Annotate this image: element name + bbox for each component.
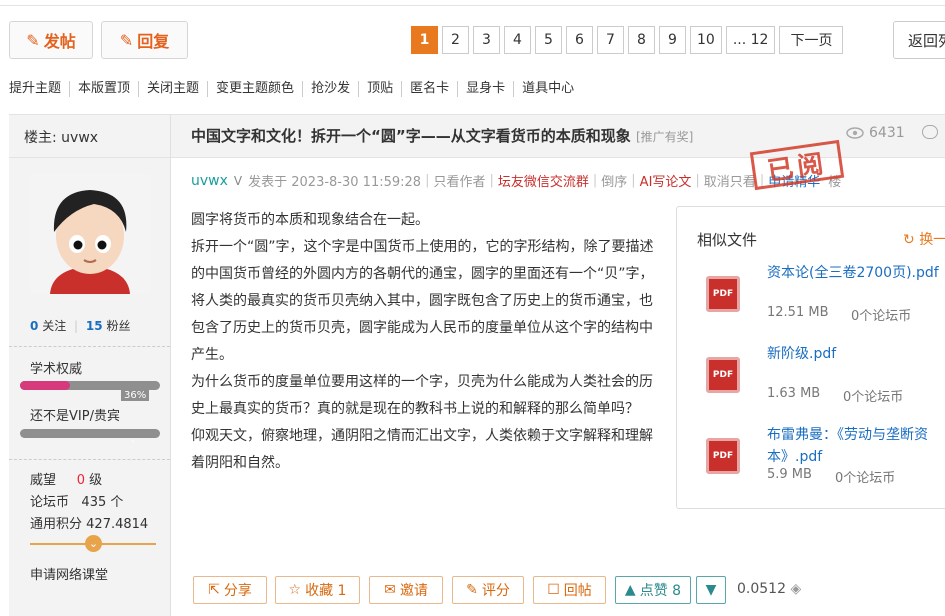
like-button[interactable]: ▲ 点赞 8 <box>615 576 691 604</box>
vip-progress <box>20 429 160 438</box>
score-value: 0.0512 ◈ <box>737 581 802 597</box>
refresh-icon: ↻ <box>903 232 915 248</box>
page-1[interactable]: 1 <box>411 26 438 54</box>
vip-status: 还不是VIP/贵宾 <box>30 409 120 424</box>
reply-post-button[interactable]: ☐ 回帖 <box>533 576 606 604</box>
tool-props[interactable]: 道具中心 <box>514 81 582 97</box>
file-link[interactable]: 资本论(全三卷2700页).pdf <box>767 262 939 282</box>
favorite-button[interactable]: ☆ 收藏 1 <box>275 576 360 604</box>
file-link[interactable]: 布雷弗曼：《劳动与垄断资本》.pdf <box>767 424 945 468</box>
only-author-link[interactable]: 只看作者 <box>433 171 485 190</box>
post-content: 圆字将货币的本质和现象结合在一起。 拆开一个“圆”字，这个字是中国货币上使用的，… <box>191 207 661 477</box>
tool-close[interactable]: 关闭主题 <box>139 81 209 97</box>
reply-button[interactable]: ✎ 回复 <box>101 21 188 59</box>
arrow-down-icon: ▼ <box>705 582 717 598</box>
refresh-link[interactable]: ↻ 换一 <box>903 229 945 249</box>
tool-pin[interactable]: 本版置顶 <box>70 81 140 97</box>
page-8[interactable]: 8 <box>628 26 655 54</box>
eye-icon <box>846 127 864 139</box>
divider <box>9 459 170 460</box>
post-paragraph: 为什么货币的度量单位要用这样的一个字，贝壳为什么能成为人类社会的历史上最真实的货… <box>191 374 653 417</box>
chevron-down-icon[interactable]: ⌄ <box>85 535 102 552</box>
mail-icon: ✉ <box>384 582 396 598</box>
page-9[interactable]: 9 <box>659 26 686 54</box>
page-7[interactable]: 7 <box>597 26 624 54</box>
pdf-icon: PDF <box>706 276 740 312</box>
thread-owner: 楼主: uvwx <box>24 130 99 146</box>
vip-value: - <box>131 436 135 447</box>
post-meta: uvwx V 发表于 2023-8-30 11:59:28 | 只看作者 | 坛友微… <box>191 171 842 191</box>
column-divider <box>170 114 171 616</box>
reverse-order-link[interactable]: 倒序 <box>601 171 627 190</box>
tool-bump[interactable]: 顶贴 <box>359 81 403 97</box>
post-paragraph: 圆字将货币的本质和现象结合在一起。 <box>191 212 429 228</box>
cancel-view-link[interactable]: 取消只看 <box>704 171 756 190</box>
promo-tag[interactable]: [推广有奖] <box>636 130 693 144</box>
back-to-list-button[interactable]: 返回列 <box>893 21 945 59</box>
wechat-group-link[interactable]: 坛友微信交流群 <box>498 171 589 190</box>
tool-sofa[interactable]: 抢沙发 <box>303 81 360 97</box>
pencil-icon: ✎ <box>119 30 134 50</box>
post-paragraph: 仰观天文，俯察地理，通阴阳之情而汇出文字，人类依赖于文字解释和理解着阴阳和自然。 <box>191 428 653 471</box>
page-4[interactable]: 4 <box>504 26 531 54</box>
divider <box>9 346 170 347</box>
tool-anon[interactable]: 匿名卡 <box>402 81 459 97</box>
pdf-icon: PDF <box>706 357 740 393</box>
page-3[interactable]: 3 <box>473 26 500 54</box>
comment-icon <box>922 125 938 139</box>
page-10[interactable]: 10 <box>690 26 722 54</box>
similar-files-title: 相似文件 <box>697 231 758 249</box>
share-button[interactable]: ⇱ 分享 <box>193 576 267 604</box>
pencil-icon: ✎ <box>466 582 478 598</box>
new-post-button[interactable]: ✎ 发帖 <box>9 21 93 59</box>
ai-paper-link[interactable]: AI写论文 <box>640 171 692 190</box>
follow-stats: 0 关注 | 15 粉丝 <box>30 319 131 333</box>
pencil-icon: ✎ <box>26 30 40 50</box>
apply-course-link[interactable]: 申请网络课堂 <box>30 564 108 583</box>
star-icon: ☆ <box>288 582 302 598</box>
admin-toolbar: 提升主题 本版置顶 关闭主题 变更主题颜色 抢沙发 顶贴 匿名卡 显身卡 道具中… <box>9 81 582 97</box>
arrow-up-icon: ▲ <box>624 582 636 598</box>
rank-percent: 36% <box>121 390 150 401</box>
view-count: 6431 <box>846 125 905 141</box>
rank-progress <box>20 381 160 390</box>
page-6[interactable]: 6 <box>566 26 593 54</box>
coin-icon: ◈ <box>790 581 802 597</box>
chat-icon: ☐ <box>547 582 560 598</box>
invite-button[interactable]: ✉ 邀请 <box>369 576 443 604</box>
page-2[interactable]: 2 <box>442 26 469 54</box>
author-name[interactable]: uvwx <box>191 173 228 189</box>
page-last[interactable]: ... 12 <box>725 26 776 54</box>
pdf-icon: PDF <box>706 438 740 474</box>
share-icon: ⇱ <box>208 582 220 598</box>
rank-title: 学术权威 <box>30 362 83 377</box>
dislike-button[interactable]: ▼ <box>696 576 726 604</box>
top-divider <box>0 0 945 6</box>
pagination: 1 2 3 4 5 6 7 8 9 10 ... 12 下一页 <box>411 26 844 54</box>
tool-color[interactable]: 变更主题颜色 <box>208 81 304 97</box>
tool-reveal[interactable]: 显身卡 <box>458 81 515 97</box>
file-link[interactable]: 新阶级.pdf <box>767 343 836 363</box>
avatar[interactable] <box>30 174 150 294</box>
tool-raise[interactable]: 提升主题 <box>9 81 71 97</box>
rate-button[interactable]: ✎ 评分 <box>452 576 524 604</box>
thread-title: 中国文字和文化！拆开一个“圆”字——从文字看货币的本质和现象 [推广有奖] <box>191 127 694 145</box>
next-page-button[interactable]: 下一页 <box>779 26 844 54</box>
user-stats: 威望 0 级 论坛币 435 个 通用积分 427.4814 <box>30 473 149 532</box>
verified-icon: V <box>233 173 243 188</box>
page-5[interactable]: 5 <box>535 26 562 54</box>
post-paragraph: 拆开一个“圆”字，这个字是中国货币上使用的，它的字形结构，除了要描述的中国货币曾… <box>191 239 654 363</box>
